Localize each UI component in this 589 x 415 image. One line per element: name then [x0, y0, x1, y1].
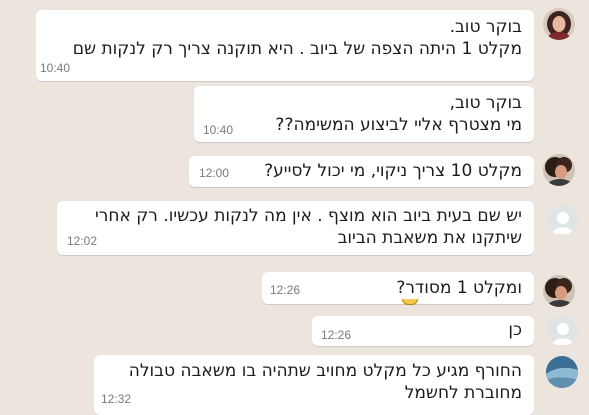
message-bubble[interactable]: כן 12:26 — [312, 316, 534, 346]
message-text: בוקר טוב, — [449, 93, 522, 113]
message-text: כן — [508, 320, 522, 340]
message-text: בוקר טוב. — [449, 17, 522, 37]
message-bubble[interactable]: בוקר טוב, מי מצטרף אליי לביצוע המשימה?? … — [194, 86, 534, 142]
message-text: מקלט 10 צריך ניקוי, מי יכול לסייע? — [264, 161, 522, 181]
message-timestamp: 12:02 — [67, 234, 98, 248]
message-timestamp: 12:00 — [199, 166, 230, 180]
default-user-avatar[interactable] — [547, 205, 577, 235]
woman-curly-hair-avatar[interactable] — [543, 275, 575, 307]
message-bubble[interactable]: מקלט 10 צריך ניקוי, מי יכול לסייע? 12:00 — [189, 156, 534, 187]
emoji-reaction-icon[interactable] — [402, 299, 418, 305]
message-text: יש שם בעית ביוב הוא מוצף . אין מה לנקות … — [94, 206, 522, 226]
message-timestamp: 10:40 — [203, 123, 234, 137]
message-timestamp: 10:40 — [40, 61, 71, 75]
message-timestamp: 12:26 — [270, 283, 301, 297]
message-text: החורף מגיע כל מקלט מחויב שתהיה בו משאבה … — [128, 361, 522, 381]
message-text: מחוברת לחשמל — [404, 383, 522, 403]
message-text: מי מצטרף אליי לביצוע המשימה?? — [275, 115, 522, 135]
message-bubble[interactable]: החורף מגיע כל מקלט מחויב שתהיה בו משאבה … — [94, 355, 534, 415]
message-timestamp: 12:26 — [321, 328, 352, 342]
woman-curly-hair-avatar[interactable] — [543, 154, 575, 186]
message-text: שיתקנו את משאבת הביוב — [337, 228, 522, 248]
message-text: מקלט 1 היתה הצפה של ביוב . היא תוקנה צרי… — [72, 39, 522, 59]
default-user-avatar[interactable] — [547, 316, 577, 346]
chat-conversation: בוקר טוב. מקלט 1 היתה הצפה של ביוב . היא… — [0, 0, 589, 415]
message-bubble[interactable]: יש שם בעית ביוב הוא מוצף . אין מה לנקות … — [57, 201, 534, 255]
woman-dark-hair-avatar[interactable] — [543, 8, 575, 40]
message-bubble[interactable]: בוקר טוב. מקלט 1 היתה הצפה של ביוב . היא… — [36, 10, 534, 81]
landscape-photo-avatar[interactable] — [546, 356, 578, 388]
message-timestamp: 12:32 — [101, 392, 132, 406]
message-bubble[interactable]: ומקלט 1 מסודר? 12:26 — [262, 272, 534, 305]
message-text: ומקלט 1 מסודר? — [396, 278, 522, 298]
